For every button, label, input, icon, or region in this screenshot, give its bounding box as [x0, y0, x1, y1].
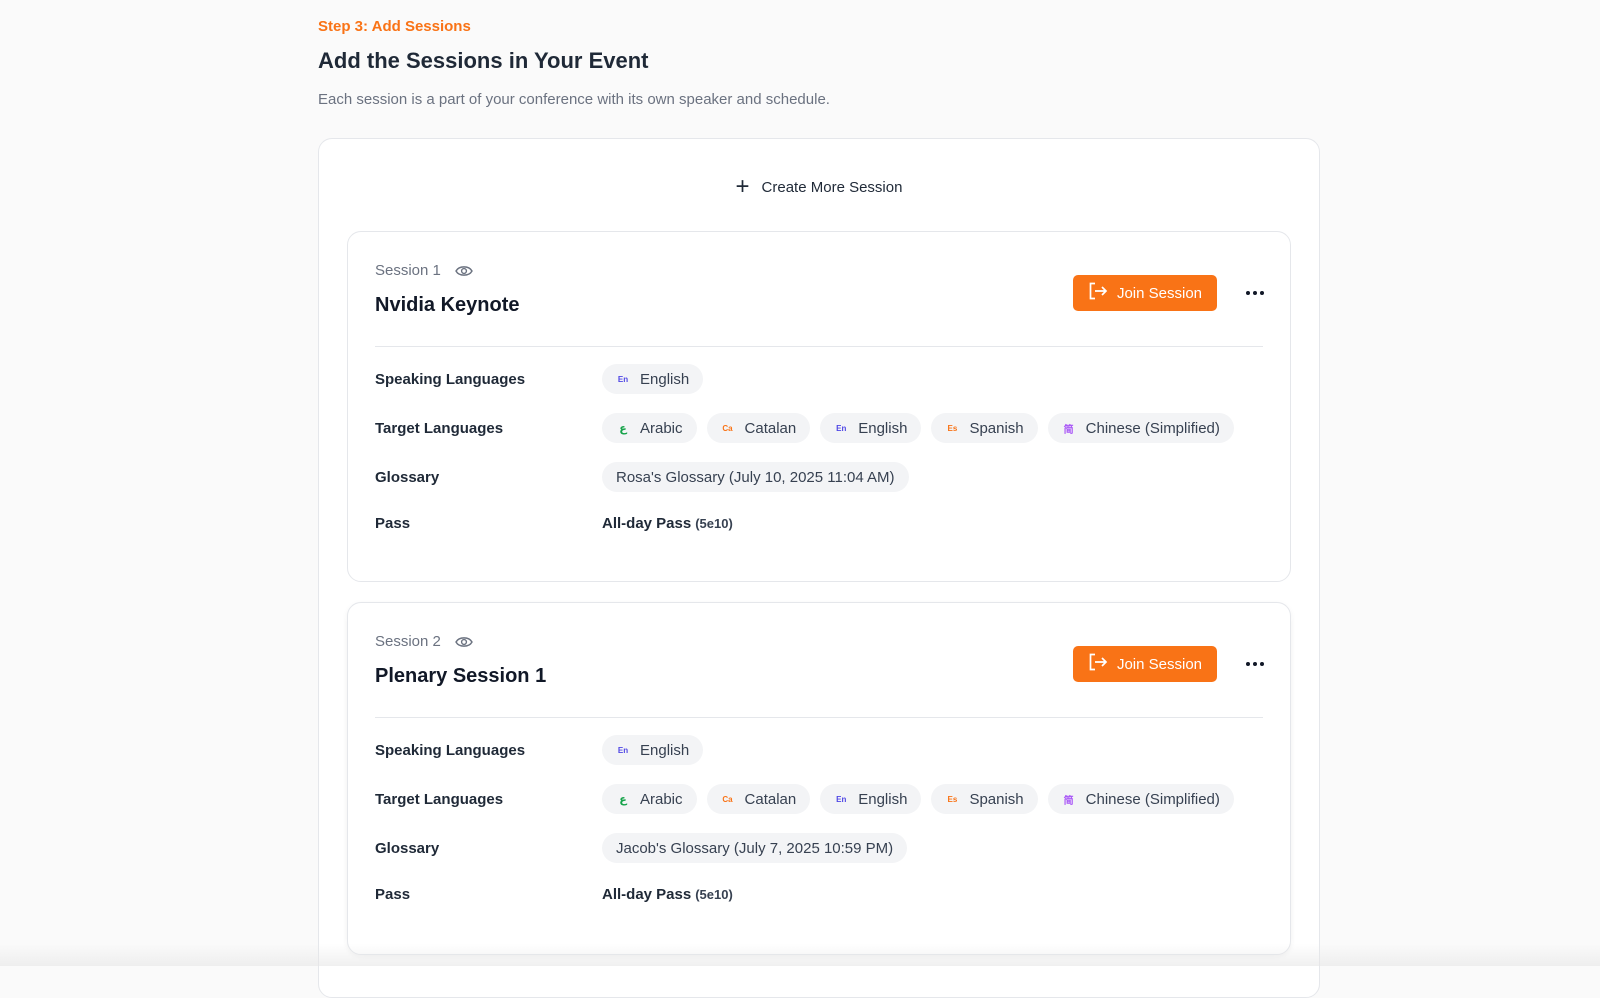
catalan-icon: Ca — [721, 424, 735, 433]
glossary-pill: Rosa's Glossary (July 10, 2025 11:04 AM) — [602, 462, 909, 492]
eye-icon[interactable] — [455, 264, 473, 278]
join-session-button[interactable]: Join Session — [1073, 275, 1217, 311]
glossary-row: Glossary Jacob's Glossary (July 7, 2025 … — [375, 833, 1263, 863]
language-pill-arabic: عArabic — [602, 413, 697, 443]
language-pill-english: EnEnglish — [820, 413, 921, 443]
glossary-row: Glossary Rosa's Glossary (July 10, 2025 … — [375, 462, 1263, 492]
speaking-languages-label: Speaking Languages — [375, 742, 602, 759]
language-pill-english: EnEnglish — [602, 364, 703, 394]
catalan-icon: Ca — [721, 795, 735, 804]
session-card: Session 2 Plenary Session 1 Join Session… — [347, 602, 1291, 955]
target-languages-label: Target Languages — [375, 420, 602, 437]
glossary-label: Glossary — [375, 840, 602, 857]
more-options-icon[interactable] — [1240, 649, 1270, 679]
english-icon: En — [834, 795, 848, 804]
create-session-label: Create More Session — [762, 179, 903, 196]
glossary-label: Glossary — [375, 469, 602, 486]
session-name: Nvidia Keynote — [375, 294, 519, 317]
spanish-icon: Es — [945, 795, 959, 804]
session-number: Session 2 — [375, 633, 473, 650]
glossary-pill: Jacob's Glossary (July 7, 2025 10:59 PM) — [602, 833, 907, 863]
language-pill-english: EnEnglish — [602, 735, 703, 765]
session-number-label: Session 2 — [375, 633, 441, 650]
session-number-label: Session 1 — [375, 262, 441, 279]
pass-label: Pass — [375, 886, 602, 903]
pass-row: Pass All-day Pass(5e10) — [375, 879, 1263, 909]
chinese-icon: 简 — [1062, 421, 1076, 436]
language-pill-arabic: عArabic — [602, 784, 697, 814]
target-languages-row: Target Languages عArabic CaCatalan EnEng… — [375, 413, 1263, 443]
english-icon: En — [616, 746, 630, 755]
more-options-icon[interactable] — [1240, 278, 1270, 308]
chinese-icon: 简 — [1062, 792, 1076, 807]
eye-icon[interactable] — [455, 635, 473, 649]
login-icon — [1088, 282, 1108, 304]
arabic-icon: ع — [616, 422, 630, 435]
language-pill-catalan: CaCatalan — [707, 413, 811, 443]
page-title: Add the Sessions in Your Event — [318, 48, 648, 74]
pass-value: All-day Pass(5e10) — [602, 515, 733, 532]
speaking-languages-label: Speaking Languages — [375, 371, 602, 388]
join-session-button[interactable]: Join Session — [1073, 646, 1217, 682]
session-name: Plenary Session 1 — [375, 665, 546, 688]
create-session-button[interactable]: + Create More Session — [319, 175, 1319, 199]
english-icon: En — [616, 375, 630, 384]
english-icon: En — [834, 424, 848, 433]
session-card: Session 1 Nvidia Keynote Join Session Sp… — [347, 231, 1291, 582]
join-session-label: Join Session — [1117, 656, 1202, 673]
plus-icon: + — [736, 175, 750, 199]
spanish-icon: Es — [945, 424, 959, 433]
language-pill-spanish: EsSpanish — [931, 784, 1037, 814]
pass-row: Pass All-day Pass(5e10) — [375, 508, 1263, 538]
login-icon — [1088, 653, 1108, 675]
speaking-languages-row: Speaking Languages EnEnglish — [375, 364, 1263, 394]
language-pill-chinese: 简Chinese (Simplified) — [1048, 413, 1234, 443]
target-languages-label: Target Languages — [375, 791, 602, 808]
language-pill-chinese: 简Chinese (Simplified) — [1048, 784, 1234, 814]
pass-label: Pass — [375, 515, 602, 532]
session-number: Session 1 — [375, 262, 473, 279]
page-subtitle: Each session is a part of your conferenc… — [318, 91, 830, 108]
arabic-icon: ع — [616, 793, 630, 806]
step-label: Step 3: Add Sessions — [318, 18, 471, 35]
join-session-label: Join Session — [1117, 285, 1202, 302]
pass-value: All-day Pass(5e10) — [602, 886, 733, 903]
sessions-container: + Create More Session Session 1 Nvidia K… — [318, 138, 1320, 998]
language-pill-english: EnEnglish — [820, 784, 921, 814]
divider — [375, 717, 1263, 718]
divider — [375, 346, 1263, 347]
language-pill-catalan: CaCatalan — [707, 784, 811, 814]
target-languages-row: Target Languages عArabic CaCatalan EnEng… — [375, 784, 1263, 814]
language-pill-spanish: EsSpanish — [931, 413, 1037, 443]
speaking-languages-row: Speaking Languages EnEnglish — [375, 735, 1263, 765]
